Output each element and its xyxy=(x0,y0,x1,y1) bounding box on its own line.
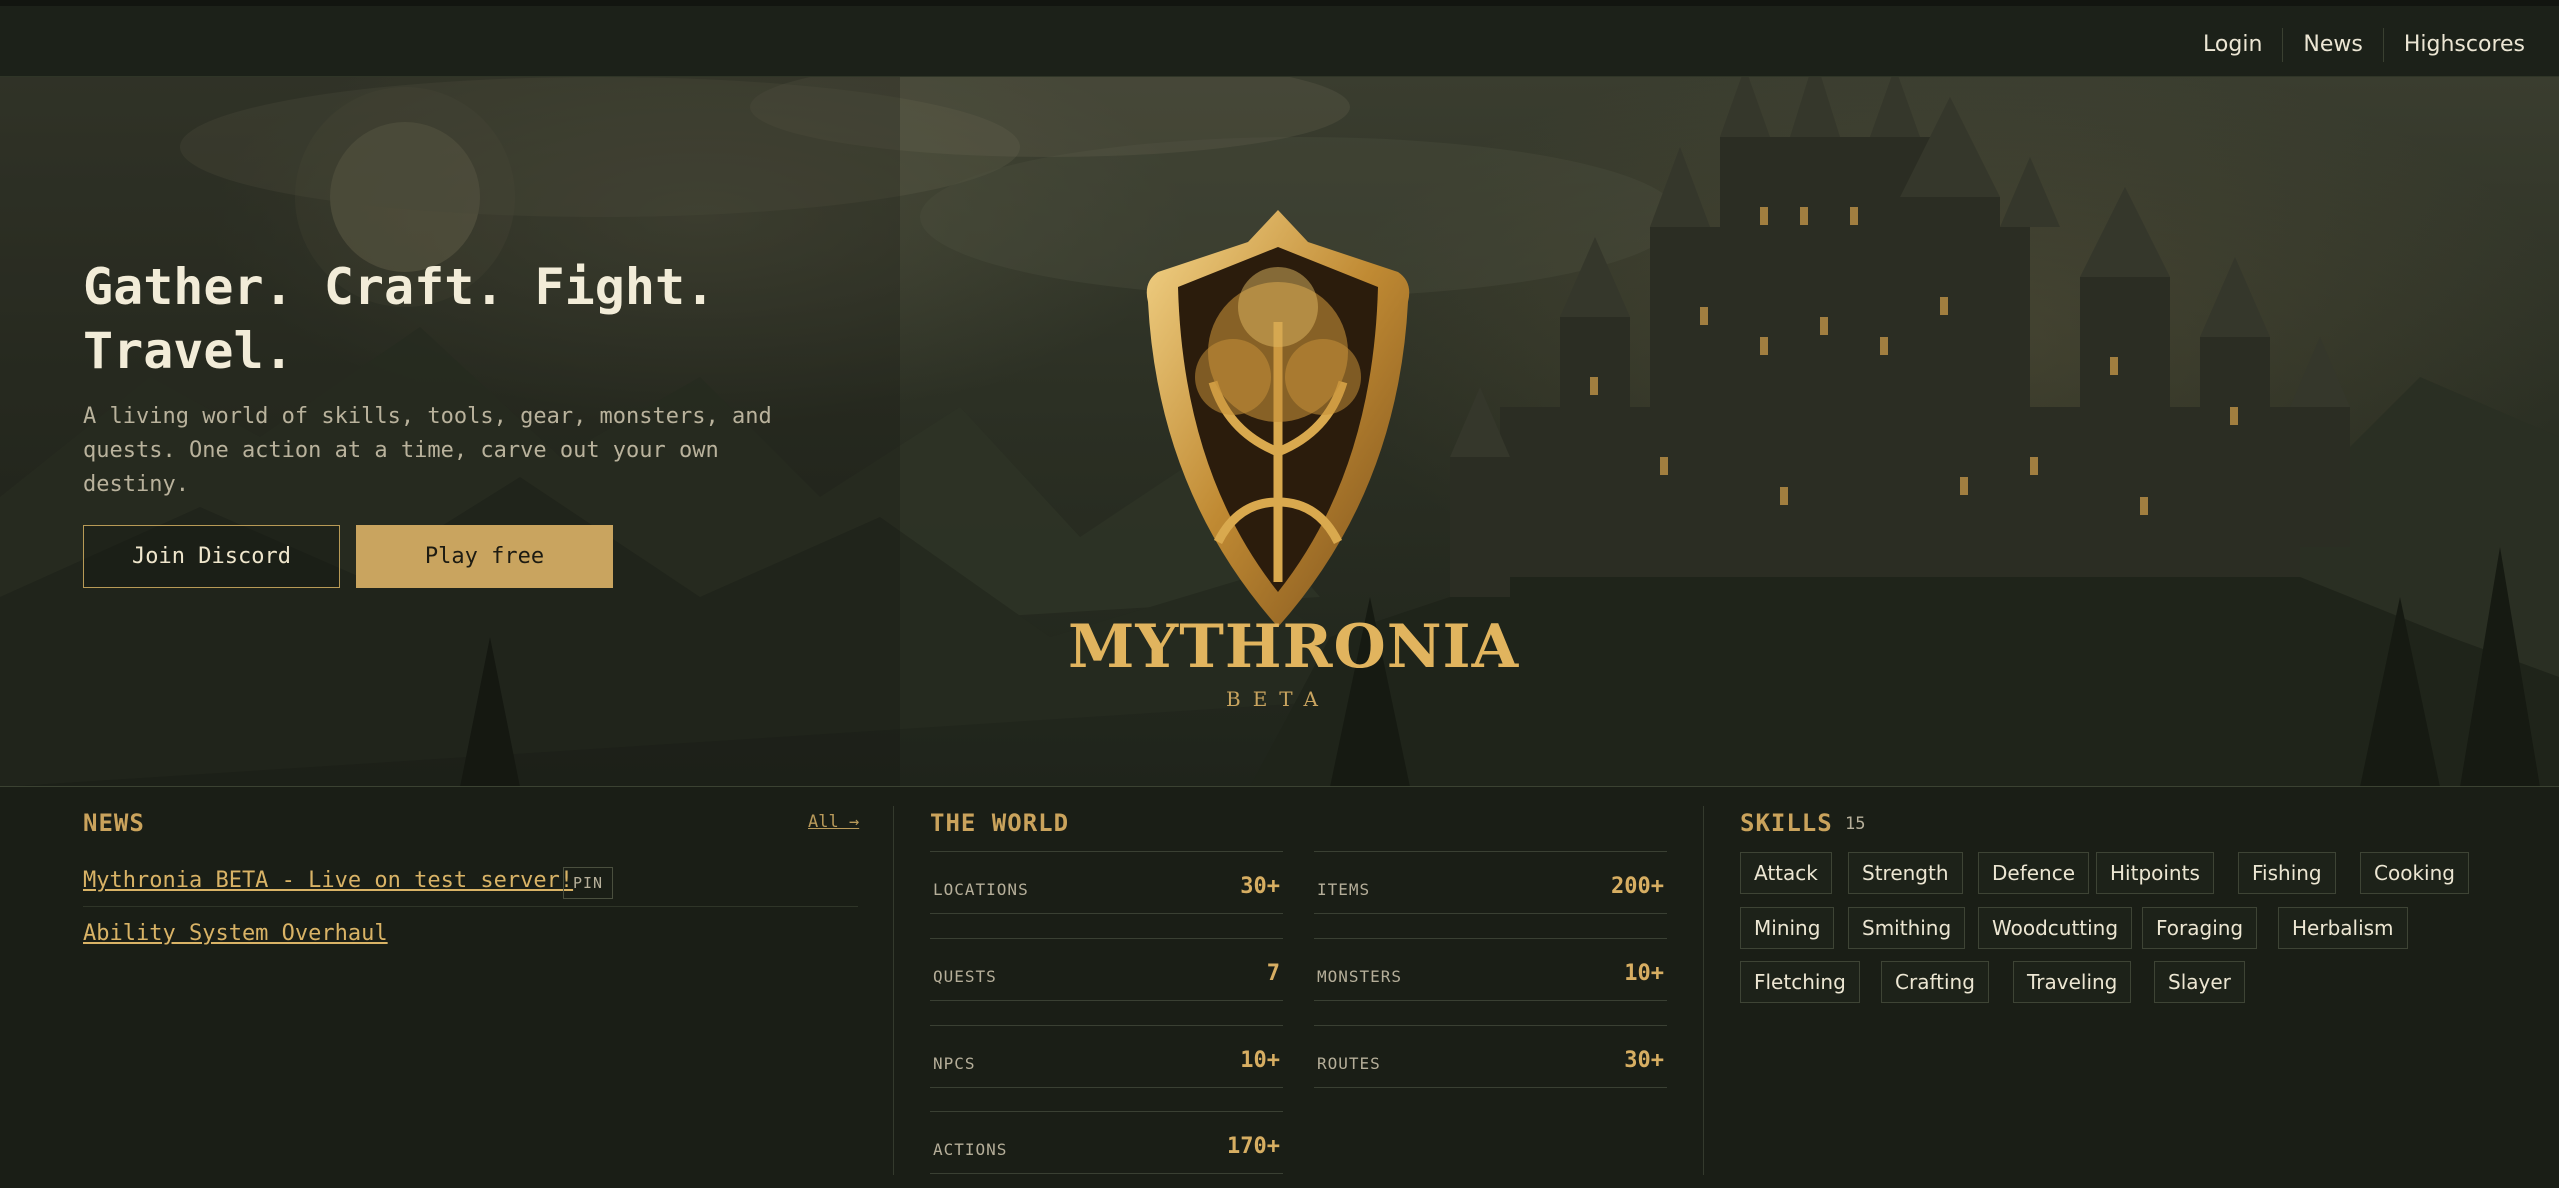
stat-value: 30+ xyxy=(1240,874,1280,899)
nav-highscores-link[interactable]: Highscores xyxy=(2384,28,2545,62)
news-divider xyxy=(83,906,858,907)
skill-chip-strength[interactable]: Strength xyxy=(1848,852,1963,894)
stat-value: 7 xyxy=(1266,961,1280,986)
skill-chip-crafting[interactable]: Crafting xyxy=(1881,961,1989,1003)
main-nav: Login News Highscores xyxy=(2183,28,2545,62)
join-discord-button[interactable]: Join Discord xyxy=(83,525,340,588)
stat-value: 30+ xyxy=(1624,1048,1664,1073)
skill-chip-fletching[interactable]: Fletching xyxy=(1740,961,1860,1003)
stat-label: ITEMS xyxy=(1317,880,1371,899)
news-all-link[interactable]: All → xyxy=(808,812,859,832)
logo-wordmark: MYTHRONIA xyxy=(1068,612,1520,682)
play-free-button[interactable]: Play free xyxy=(356,525,613,588)
skill-chip-attack[interactable]: Attack xyxy=(1740,852,1832,894)
stat-value: 170+ xyxy=(1227,1134,1280,1159)
stat-value: 10+ xyxy=(1240,1048,1280,1073)
stat-monsters: MONSTERS 10+ xyxy=(1314,938,1667,1001)
world-heading: THE WORLD xyxy=(930,809,1070,837)
skill-chip-slayer[interactable]: Slayer xyxy=(2154,961,2245,1003)
skill-chip-hitpoints[interactable]: Hitpoints xyxy=(2096,852,2214,894)
stat-value: 200+ xyxy=(1611,874,1664,899)
mythronia-logo: MYTHRONIA BETA xyxy=(1068,202,1520,742)
stat-label: QUESTS xyxy=(933,967,997,986)
skills-heading: SKILLS xyxy=(1740,809,1833,837)
stat-label: ACTIONS xyxy=(933,1140,1008,1159)
skill-chip-fishing[interactable]: Fishing xyxy=(2238,852,2336,894)
stat-label: MONSTERS xyxy=(1317,967,1403,986)
skill-chip-woodcutting[interactable]: Woodcutting xyxy=(1978,907,2133,949)
pinned-badge: PIN xyxy=(563,867,614,899)
news-item-link[interactable]: Mythronia BETA - Live on test server! xyxy=(83,868,573,893)
nav-news-link[interactable]: News xyxy=(2283,28,2382,62)
skill-chip-cooking[interactable]: Cooking xyxy=(2360,852,2469,894)
news-item-link[interactable]: Ability System Overhaul xyxy=(83,921,388,946)
stat-value: 10+ xyxy=(1624,961,1664,986)
hero-subtitle: A living world of skills, tools, gear, m… xyxy=(83,404,772,497)
skill-chip-traveling[interactable]: Traveling xyxy=(2013,961,2132,1003)
skill-chip-foraging[interactable]: Foraging xyxy=(2142,907,2258,949)
top-navbar: Login News Highscores xyxy=(0,0,2559,77)
column-divider xyxy=(893,806,894,1175)
stat-npcs: NPCS 10+ xyxy=(930,1025,1283,1088)
skills-count: 15 xyxy=(1845,814,1866,834)
skill-chip-herbalism[interactable]: Herbalism xyxy=(2278,907,2408,949)
stat-quests: QUESTS 7 xyxy=(930,938,1283,1001)
stat-label: NPCS xyxy=(933,1054,976,1073)
stat-items: ITEMS 200+ xyxy=(1314,851,1667,914)
hero-title: Gather. Craft. Fight. Travel. xyxy=(83,258,716,380)
stat-locations: LOCATIONS 30+ xyxy=(930,851,1283,914)
skill-chip-mining[interactable]: Mining xyxy=(1740,907,1835,949)
news-heading: NEWS xyxy=(83,809,145,837)
logo-beta-tag: BETA xyxy=(1226,687,1330,711)
stat-routes: ROUTES 30+ xyxy=(1314,1025,1667,1088)
hero-banner: Gather. Craft. Fight. Travel. A living w… xyxy=(0,77,2559,787)
nav-login-link[interactable]: Login xyxy=(2183,28,2282,62)
skill-chip-smithing[interactable]: Smithing xyxy=(1848,907,1966,949)
stat-label: ROUTES xyxy=(1317,1054,1381,1073)
column-divider xyxy=(1703,806,1704,1175)
stat-actions: ACTIONS 170+ xyxy=(930,1111,1283,1174)
skill-chip-defence[interactable]: Defence xyxy=(1978,852,2090,894)
stat-label: LOCATIONS xyxy=(933,880,1029,899)
